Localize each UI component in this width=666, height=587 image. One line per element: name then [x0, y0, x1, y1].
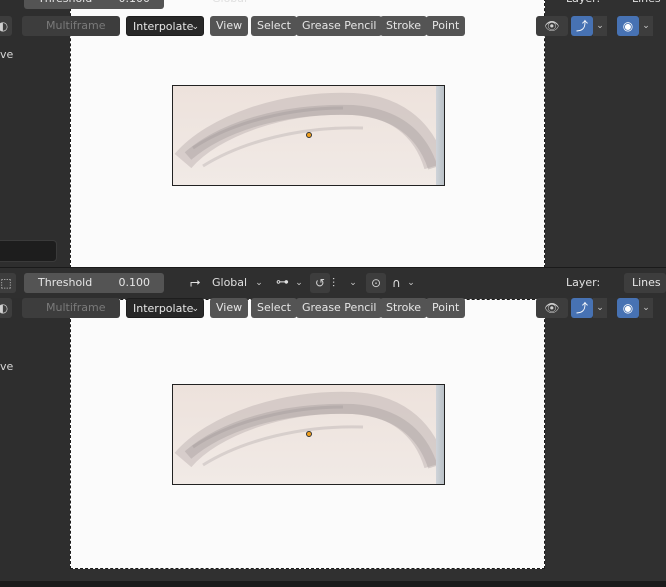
- threshold-field[interactable]: Threshold 0.100: [24, 273, 164, 293]
- menu-select[interactable]: Select: [251, 16, 297, 36]
- mode-icon[interactable]: ◐: [0, 298, 12, 318]
- viewport-top: ve Threshold 0.100 Global Layer: Lines ◐…: [0, 0, 666, 268]
- chevron-down-icon[interactable]: ⌄: [252, 273, 266, 293]
- left-panel-field[interactable]: [0, 240, 57, 262]
- menu-point[interactable]: Point: [426, 16, 466, 36]
- menu-grease-pencil[interactable]: Grease Pencil: [296, 298, 383, 318]
- left-panel: ve: [0, 298, 70, 587]
- snap-bar-row: ⬚ Threshold 0.100 ⮣ Global ⌄ ⊶ ⌄ ↺ ⫶ ⌄ ⊙…: [0, 273, 666, 297]
- camera-frame: [70, 0, 545, 268]
- layer-value: Lines: [632, 276, 661, 289]
- tool-header-bottom: ◐ Multiframe Interpolate ⌄ View Select G…: [0, 298, 666, 322]
- transform-axes-icon: ⮣: [190, 275, 201, 290]
- layer-label: Layer:: [566, 276, 601, 289]
- gizmo-icon[interactable]: ⤴: [571, 298, 593, 318]
- multiframe-label: Multiframe: [46, 19, 106, 32]
- layer-field[interactable]: Lines: [624, 273, 666, 293]
- menu-view[interactable]: View: [210, 298, 249, 318]
- gizmo-icon[interactable]: ⤴: [571, 16, 593, 36]
- chevron-down-icon: ⌄: [191, 304, 199, 314]
- left-panel-label: ve: [0, 48, 14, 61]
- camera-frame: [70, 299, 545, 569]
- falloff-curve-icon[interactable]: ∩: [392, 273, 401, 293]
- chevron-down-icon[interactable]: ⌄: [404, 273, 418, 293]
- tool-header-top: ◐ Multiframe Interpolate ⌄ View Select G…: [0, 16, 666, 40]
- left-panel-label: ve: [0, 360, 14, 373]
- left-panel: ve: [0, 0, 70, 268]
- threshold-label: Threshold: [38, 276, 93, 289]
- chevron-down-icon[interactable]: ⌄: [639, 16, 653, 36]
- reference-image-eyebrow: [172, 384, 445, 485]
- eye-icon[interactable]: 👁: [536, 298, 568, 318]
- viewport-bottom: ve ⬚ Threshold 0.100 ⮣ Global ⌄ ⊶ ⌄ ↺ ⫶ …: [0, 268, 666, 587]
- threshold-label: Threshold: [38, 0, 92, 9]
- mode-icon[interactable]: ◐: [0, 16, 12, 36]
- snap-target-icon[interactable]: ⫶: [332, 273, 335, 293]
- menu-stroke[interactable]: Stroke: [380, 298, 428, 318]
- threshold-field[interactable]: Threshold 0.100: [24, 0, 164, 9]
- orientation-value[interactable]: Global: [212, 273, 247, 293]
- interpolate-label: Interpolate: [133, 20, 194, 33]
- select-box-icon[interactable]: ⬚: [0, 273, 16, 293]
- multiframe-label: Multiframe: [46, 301, 106, 314]
- chevron-down-icon[interactable]: ⌄: [639, 298, 653, 318]
- chevron-down-icon: ⌄: [191, 22, 199, 32]
- reference-image-edge: [436, 385, 444, 484]
- interpolate-button[interactable]: Interpolate ⌄: [126, 16, 204, 36]
- threshold-value: 0.100: [118, 276, 151, 289]
- menu-view[interactable]: View: [210, 16, 249, 36]
- overlay-icon[interactable]: ◉: [617, 298, 639, 318]
- chevron-down-icon[interactable]: ⌄: [346, 273, 360, 293]
- origin-point[interactable]: [306, 132, 312, 138]
- chevron-down-icon[interactable]: ⌄: [593, 298, 607, 318]
- bottom-edge: [0, 581, 666, 587]
- menu-stroke[interactable]: Stroke: [380, 16, 428, 36]
- pivot-chain-icon[interactable]: ⊶: [276, 273, 289, 293]
- chevron-down-icon[interactable]: ⌄: [292, 273, 306, 293]
- layer-label: Layer:: [566, 0, 600, 9]
- proportional-edit-icon[interactable]: ⊙: [366, 273, 386, 293]
- snap-bar-top: Threshold 0.100 Global Layer: Lines: [0, 0, 666, 13]
- menu-grease-pencil[interactable]: Grease Pencil: [296, 16, 383, 36]
- layer-value[interactable]: Lines: [632, 0, 661, 9]
- interpolate-button[interactable]: Interpolate ⌄: [126, 298, 204, 318]
- orientation-value[interactable]: Global: [212, 0, 247, 9]
- reference-image-edge: [436, 86, 444, 185]
- menu-point[interactable]: Point: [426, 298, 466, 318]
- interpolate-label: Interpolate: [133, 302, 194, 315]
- magnet-icon[interactable]: ↺: [310, 273, 330, 293]
- multiframe-button[interactable]: Multiframe: [22, 298, 120, 318]
- origin-point[interactable]: [306, 431, 312, 437]
- menu-select[interactable]: Select: [251, 298, 297, 318]
- overlay-icon[interactable]: ◉: [617, 16, 639, 36]
- eye-icon[interactable]: 👁: [536, 16, 568, 36]
- threshold-value: 0.100: [119, 0, 151, 9]
- reference-image-eyebrow: [172, 85, 445, 186]
- chevron-down-icon[interactable]: ⌄: [593, 16, 607, 36]
- multiframe-button[interactable]: Multiframe: [22, 16, 120, 36]
